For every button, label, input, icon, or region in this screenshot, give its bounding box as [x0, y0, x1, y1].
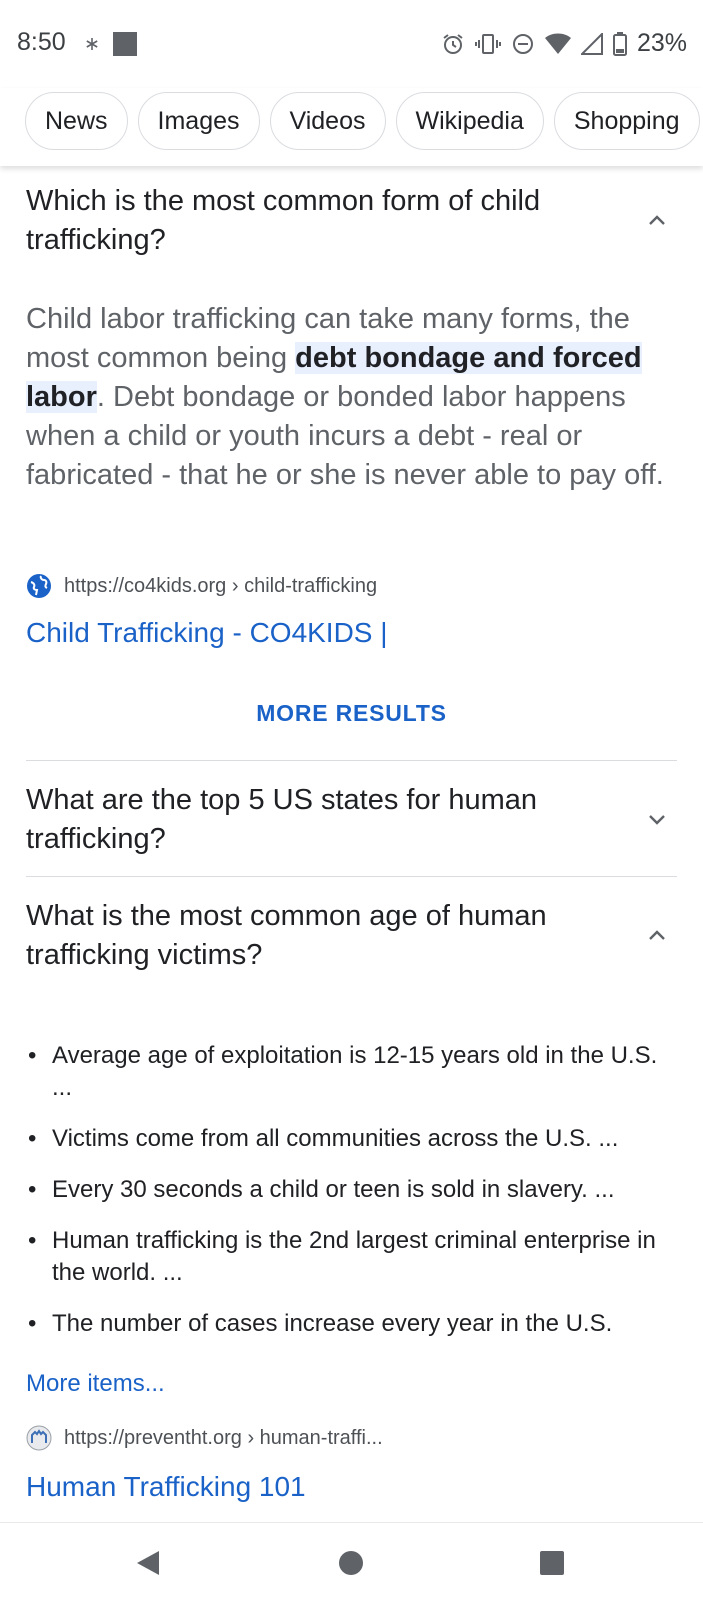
square-notification-icon [113, 32, 137, 56]
site-favicon-icon [26, 1425, 52, 1451]
vibrate-icon [474, 33, 501, 54]
chip-images[interactable]: Images [137, 92, 260, 150]
signal-icon [580, 32, 603, 55]
home-button[interactable] [331, 1543, 371, 1583]
status-bar: 8:50 23% [0, 0, 703, 88]
wifi-icon [544, 33, 571, 54]
more-items-link[interactable]: More items... [26, 1370, 165, 1398]
divider [26, 876, 677, 877]
back-button[interactable] [128, 1543, 168, 1583]
battery-icon [612, 31, 627, 56]
result-link-preventht[interactable]: Human Trafficking 101 [26, 1471, 306, 1503]
asterisk-icon [86, 38, 98, 50]
list-item: Human trafficking is the 2nd largest cri… [26, 1225, 677, 1289]
status-time: 8:50 [17, 28, 66, 56]
faq-question-common-age[interactable]: What is the most common age of human tra… [26, 897, 677, 975]
more-results-button[interactable]: MORE RESULTS [0, 700, 703, 727]
list-item: Average age of exploitation is 12-15 yea… [26, 1040, 677, 1104]
home-icon [339, 1551, 363, 1575]
chip-wikipedia[interactable]: Wikipedia [395, 92, 544, 150]
dnd-icon [512, 33, 533, 54]
source-citation: https://preventht.org › human-traffi... [26, 1425, 383, 1451]
faq-question-top-states[interactable]: What are the top 5 US states for human t… [26, 781, 677, 859]
back-icon [137, 1551, 159, 1575]
search-filter-chips-bar: News Images Videos Wikipedia Shopping [0, 88, 703, 166]
divider [26, 760, 677, 761]
list-item: The number of cases increase every year … [26, 1308, 677, 1340]
question-text: What are the top 5 US states for human t… [26, 784, 537, 855]
chevron-up-icon [649, 930, 665, 940]
source-citation: https://co4kids.org › child-trafficking [26, 573, 377, 599]
source-url: https://preventht.org › human-traffi... [64, 1426, 383, 1449]
list-item: Every 30 seconds a child or teen is sold… [26, 1174, 677, 1206]
recents-icon [540, 1551, 564, 1575]
answer-bullet-list: Average age of exploitation is 12-15 yea… [26, 1040, 677, 1359]
system-navigation-bar [0, 1522, 703, 1600]
question-text: What is the most common age of human tra… [26, 900, 547, 971]
question-text: Which is the most common form of child t… [26, 185, 541, 256]
source-url: https://co4kids.org › child-trafficking [64, 574, 378, 597]
chevron-up-icon [649, 215, 665, 225]
faq-question-child-trafficking[interactable]: Which is the most common form of child t… [26, 182, 677, 260]
recents-button[interactable] [532, 1543, 572, 1583]
globe-icon [27, 574, 51, 598]
list-item: Victims come from all communities across… [26, 1123, 677, 1155]
chip-news[interactable]: News [25, 92, 128, 150]
battery-percentage: 23% [636, 29, 687, 57]
answer-text: Child labor trafficking can take many fo… [26, 303, 664, 491]
result-link-co4kids[interactable]: Child Trafficking - CO4KIDS | [26, 617, 388, 649]
chip-videos[interactable]: Videos [269, 92, 386, 150]
chevron-down-icon [649, 815, 665, 825]
chip-shopping[interactable]: Shopping [553, 92, 700, 150]
alarm-icon [443, 33, 463, 54]
